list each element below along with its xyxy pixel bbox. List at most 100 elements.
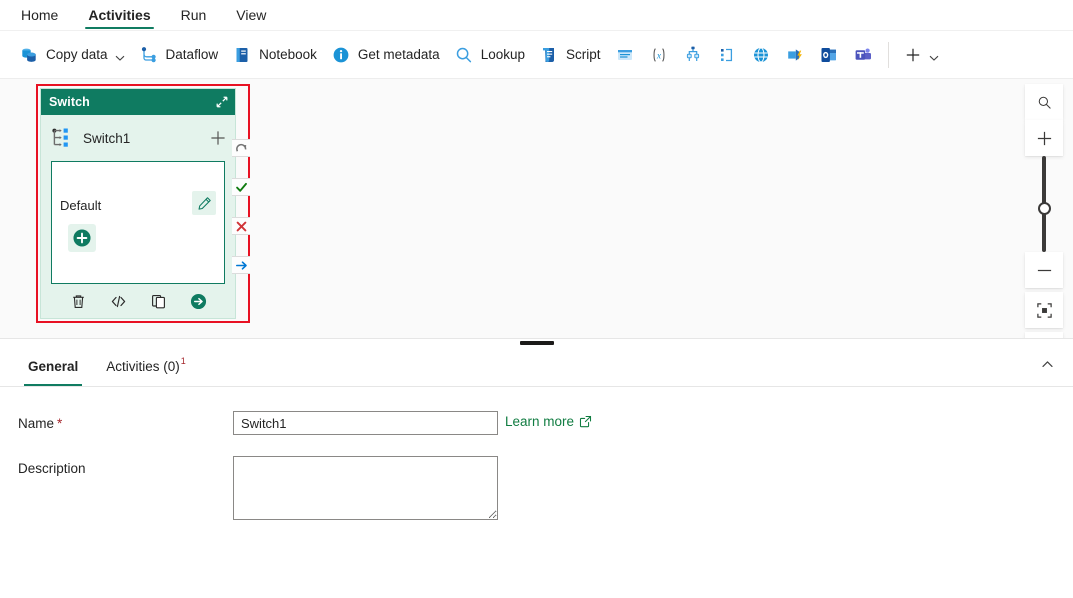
ribbon-tab-run[interactable]: Run [166, 0, 222, 30]
zoom-out-button[interactable] [1025, 252, 1063, 288]
switch-cases-container[interactable]: Default [51, 161, 225, 284]
toolbar-item-label: Notebook [259, 47, 317, 62]
properties-panel: General Activities (0) 1 Name* Learn mor… [0, 347, 1073, 598]
connector-on-success[interactable] [232, 178, 250, 196]
run-arrow-icon[interactable] [187, 290, 209, 312]
toolbar-outlook-button[interactable] [812, 39, 846, 71]
switch-icon [683, 45, 703, 65]
chevron-up-icon [1041, 358, 1054, 376]
splitter-grip[interactable] [520, 341, 554, 345]
zoom-search-button[interactable] [1025, 84, 1063, 120]
on-completion-arrow-icon [235, 259, 248, 272]
tab-activities[interactable]: Activities (0) 1 [92, 347, 200, 386]
fit-to-screen-button[interactable] [1025, 292, 1063, 328]
on-skip-icon [235, 142, 248, 155]
toolbar-expression-button[interactable]: x [642, 39, 676, 71]
description-field-row: Description [18, 456, 1073, 520]
properties-tabs: General Activities (0) 1 [0, 347, 1073, 387]
connector-on-failure[interactable] [232, 217, 250, 235]
toolbar-lookup-button[interactable]: Lookup [447, 39, 532, 71]
teams-icon [853, 45, 873, 65]
outlook-icon [819, 45, 839, 65]
toolbar-copy-data-button[interactable]: Copy data [12, 39, 132, 71]
zoom-search-icon [1037, 95, 1052, 110]
connector-on-skip[interactable] [232, 139, 250, 157]
description-label-text: Description [18, 461, 86, 476]
toolbar-notebook-button[interactable]: Notebook [225, 39, 324, 71]
add-case-plus-icon[interactable] [209, 129, 227, 147]
ribbon-tab-activities[interactable]: Activities [73, 0, 165, 30]
chevron-down-icon[interactable] [929, 50, 939, 60]
toolbar-script-button[interactable]: Script [532, 39, 608, 71]
svg-text:x: x [655, 51, 661, 61]
activity-name-label: Switch1 [83, 131, 199, 146]
pipeline-canvas[interactable]: Switch [0, 78, 1073, 338]
toolbar-set-variable-button[interactable] [608, 39, 642, 71]
if-condition-icon [717, 45, 737, 65]
add-circle-icon[interactable] [68, 224, 96, 252]
ribbon-tab-label: View [236, 7, 266, 23]
web-globe-icon [751, 45, 771, 65]
learn-more-label: Learn more [505, 414, 574, 429]
toolbar-azure-function-button[interactable] [778, 39, 812, 71]
toolbar-add-button[interactable] [897, 39, 945, 71]
activity-card-header[interactable]: Switch [41, 89, 235, 115]
toolbar-get-metadata-button[interactable]: Get metadata [324, 39, 447, 71]
toolbar-item-label: Script [566, 47, 601, 62]
on-success-check-icon [235, 181, 248, 194]
activity-card-footer [41, 284, 235, 318]
learn-more-link[interactable]: Learn more [505, 411, 592, 429]
ribbon-tab-view[interactable]: View [221, 0, 281, 30]
connector-on-completion[interactable] [232, 256, 250, 274]
toolbar-teams-button[interactable] [846, 39, 880, 71]
pencil-edit-icon[interactable] [192, 191, 216, 215]
plus-icon [1036, 130, 1053, 147]
fit-to-screen-icon [1036, 302, 1053, 319]
code-view-icon[interactable] [107, 290, 129, 312]
external-link-icon [579, 415, 592, 428]
ribbon-menu: Home Activities Run View [0, 0, 1073, 30]
activity-type-title: Switch [49, 95, 90, 109]
switch-activity-selected-frame[interactable]: Switch [36, 84, 250, 323]
tab-general[interactable]: General [14, 347, 92, 386]
activity-title-row: Switch1 [41, 115, 235, 161]
minus-icon [1036, 262, 1053, 279]
get-metadata-icon [331, 45, 351, 65]
expand-diagonal-icon[interactable] [215, 95, 229, 109]
on-failure-x-icon [235, 220, 248, 233]
description-textarea[interactable] [233, 456, 498, 520]
delete-trash-icon[interactable] [67, 290, 89, 312]
ribbon-tab-label: Activities [88, 7, 150, 23]
lookup-icon [454, 45, 474, 65]
activity-connectors [232, 139, 250, 274]
toolbar-divider [888, 42, 889, 68]
name-field-row: Name* Learn more [18, 411, 1073, 435]
name-input[interactable] [233, 411, 498, 435]
toolbar-item-label: Lookup [481, 47, 525, 62]
description-label: Description [18, 456, 233, 476]
toolbar-dataflow-button[interactable]: Dataflow [132, 39, 226, 71]
toolbar-web-button[interactable] [744, 39, 778, 71]
toolbar-if-condition-button[interactable] [710, 39, 744, 71]
toolbar-switch-button[interactable] [676, 39, 710, 71]
duplicate-copy-icon[interactable] [147, 290, 169, 312]
zoom-slider-thumb[interactable] [1038, 202, 1051, 215]
ribbon-tab-home[interactable]: Home [6, 0, 73, 30]
tab-badge-count: 1 [181, 356, 186, 366]
collapse-panel-button[interactable] [1033, 353, 1061, 381]
canvas-zoom-controls [1025, 84, 1063, 338]
notebook-icon [232, 45, 252, 65]
zoom-in-button[interactable] [1025, 120, 1063, 156]
ribbon-tab-label: Run [181, 7, 207, 23]
general-form: Name* Learn more Description [0, 387, 1073, 520]
azure-function-icon [785, 45, 805, 65]
toolbar-item-label: Get metadata [358, 47, 440, 62]
zoom-slider[interactable] [1025, 156, 1063, 252]
tab-label: General [28, 359, 78, 374]
toolbar-item-label: Dataflow [166, 47, 219, 62]
panel-splitter[interactable] [0, 338, 1073, 347]
plus-icon [903, 45, 923, 65]
switch-activity-icon [51, 127, 73, 149]
switch-activity-card[interactable]: Switch [40, 88, 236, 319]
chevron-down-icon[interactable] [115, 50, 125, 60]
